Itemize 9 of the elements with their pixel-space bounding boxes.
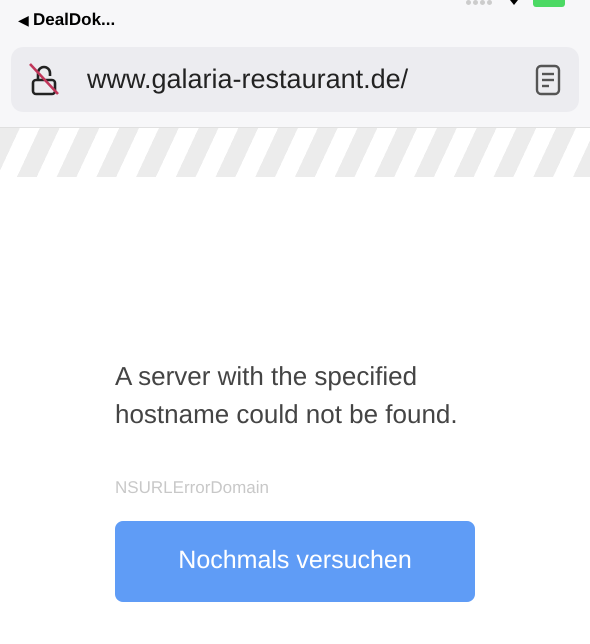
back-link[interactable]: DealDok... xyxy=(33,7,116,33)
insecure-lock-icon xyxy=(29,62,59,96)
battery-icon xyxy=(533,0,565,7)
reader-icon[interactable] xyxy=(535,64,561,96)
error-message: A server with the specified hostname could not be found. xyxy=(115,360,459,431)
back-arrow-icon[interactable]: ◀ xyxy=(18,10,29,30)
address-bar[interactable]: www.galaria-restaurant.de/ xyxy=(11,47,579,112)
signal-icon xyxy=(466,0,492,5)
url-text: www.galaria-restaurant.de/ xyxy=(87,63,410,96)
